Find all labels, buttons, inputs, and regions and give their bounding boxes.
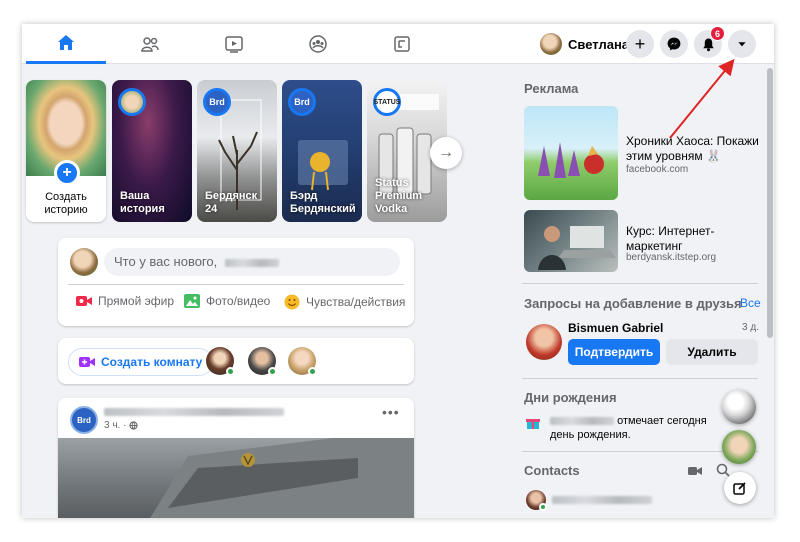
annotation-arrow xyxy=(669,58,735,139)
facebook-window: Светлана + 6 + Создать историю Ваша исто… xyxy=(22,24,774,518)
